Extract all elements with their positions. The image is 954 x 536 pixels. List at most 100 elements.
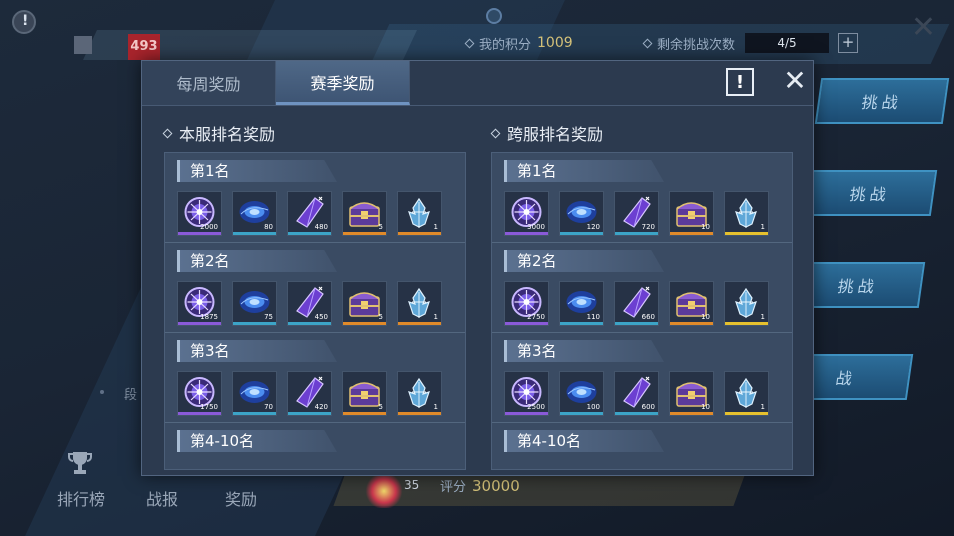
close-icon[interactable]: ✕ [911,10,936,45]
rarity-bar [288,412,331,415]
reward-item[interactable]: 120 [559,191,604,236]
close-button[interactable]: ✕ [780,66,810,96]
reward-item[interactable]: 1 [724,371,769,416]
rarity-bar [725,322,768,325]
reward-items: 1875 75 450 5 1 [177,281,442,326]
challenge-button[interactable]: 挑战 [802,170,938,216]
player-score-value: 30000 [472,476,520,495]
reward-quantity: 720 [641,223,655,231]
reward-item[interactable]: 450 [287,281,332,326]
rarity-bar [670,232,713,235]
nav-battle-report[interactable]: 战报 [146,486,178,510]
tab-weekly-rewards[interactable]: 每周奖励 [142,61,276,105]
reward-item[interactable]: 2500 [504,371,549,416]
section-title-local: 本服排名奖励 [162,121,275,145]
reward-quantity: 1 [760,403,765,411]
reward-item[interactable]: 5 [342,191,387,236]
rank-emblem-icon [364,474,404,508]
rarity-bar [178,232,221,235]
rarity-bar [288,232,331,235]
reward-item[interactable]: 720 [614,191,659,236]
reward-item[interactable]: 420 [287,371,332,416]
rarity-bar [505,412,548,415]
reward-item[interactable]: 2000 [177,191,222,236]
rarity-bar [343,232,386,235]
rarity-bar [178,322,221,325]
reward-item[interactable]: 1875 [177,281,222,326]
reward-tabs: 每周奖励 赛季奖励 [142,61,410,105]
rank-label: 第4-10名 [504,430,664,452]
reward-quantity: 120 [586,223,600,231]
rank-label: 第2名 [504,250,664,272]
rank-label: 第2名 [177,250,337,272]
reward-item[interactable]: 10 [669,191,714,236]
reward-item[interactable]: 660 [614,281,659,326]
reward-item[interactable]: 2750 [504,281,549,326]
rarity-bar [725,232,768,235]
diamond-icon [162,128,173,138]
rarity-bar [233,322,276,325]
reward-item[interactable]: 1750 [177,371,222,416]
diamond-icon [490,128,501,138]
remaining-label: 剩余挑战次数 [657,37,736,53]
reward-items: 2500 100 600 10 1 [504,371,769,416]
reward-item[interactable]: 5 [342,371,387,416]
rank-label: 第1名 [177,160,337,182]
reward-item[interactable]: 80 [232,191,277,236]
cross-server-rank-rewards-list[interactable]: 第1名 3000 120 720 10 1 第2名 2750 110 660 1… [491,152,793,470]
reward-quantity: 10 [701,313,710,321]
reward-item[interactable]: 5 [342,281,387,326]
challenge-button[interactable]: 挑战 [814,78,950,124]
player-score-label: 评分 [440,480,467,495]
rarity-bar [233,232,276,235]
divider [142,105,813,106]
reward-item[interactable]: 600 [614,371,659,416]
rarity-bar [398,232,441,235]
nav-rewards[interactable]: 奖励 [225,486,257,510]
rarity-bar [725,412,768,415]
rank-reward-group: 第4-10名 [165,423,465,469]
reward-quantity: 1 [760,223,765,231]
reward-item[interactable]: 1 [724,281,769,326]
add-challenge-button[interactable]: + [838,33,858,53]
rarity-bar [615,412,658,415]
my-score-label: 我的积分 [479,37,532,53]
rank-label: 第4-10名 [177,430,337,452]
remaining-count: 4/5 [745,33,829,53]
rank-reward-group: 第1名 3000 120 720 10 1 [492,153,792,243]
reward-item[interactable]: 10 [669,281,714,326]
reward-item[interactable]: 1 [724,191,769,236]
rarity-bar [178,412,221,415]
rank-reward-group: 第2名 2750 110 660 10 1 [492,243,792,333]
nav-leaderboard[interactable]: 排行榜 [57,486,105,510]
reward-item[interactable]: 110 [559,281,604,326]
reward-item[interactable]: 100 [559,371,604,416]
reward-dialog: 每周奖励 赛季奖励 ! ✕ 本服排名奖励 跨服排名奖励 第1名 2000 80 … [141,60,814,476]
rarity-bar [615,322,658,325]
reward-quantity: 480 [314,223,328,231]
reward-item[interactable]: 70 [232,371,277,416]
reward-quantity: 420 [314,403,328,411]
alert-icon[interactable] [12,10,36,34]
reward-quantity: 1 [433,223,438,231]
reward-item[interactable]: 1 [397,191,442,236]
reward-quantity: 600 [641,403,655,411]
rank-reward-group: 第1名 2000 80 480 5 1 [165,153,465,243]
tab-season-rewards[interactable]: 赛季奖励 [276,61,410,105]
rarity-bar [343,322,386,325]
rarity-bar [670,412,713,415]
section-title-cross-server: 跨服排名奖励 [490,121,603,145]
reward-quantity: 1 [433,403,438,411]
my-score: 我的积分 1009 [464,32,573,54]
reward-item[interactable]: 10 [669,371,714,416]
reward-item[interactable]: 480 [287,191,332,236]
reward-item[interactable]: 1 [397,281,442,326]
info-button[interactable]: ! [726,68,754,96]
remaining-challenges: 剩余挑战次数 [642,32,736,54]
bg-dot [100,390,104,394]
reward-item[interactable]: 75 [232,281,277,326]
local-rank-rewards-list[interactable]: 第1名 2000 80 480 5 1 第2名 1875 75 450 5 1 … [164,152,466,470]
reward-item[interactable]: 3000 [504,191,549,236]
reward-quantity: 450 [314,313,328,321]
reward-item[interactable]: 1 [397,371,442,416]
